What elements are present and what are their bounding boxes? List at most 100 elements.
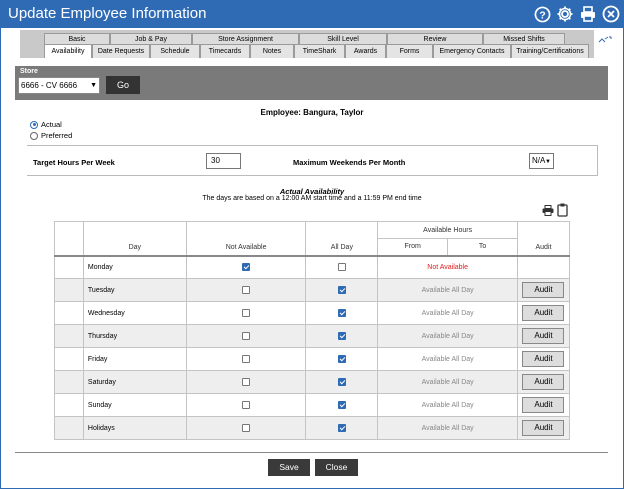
table-row: Sunday Available All Day Audit	[54, 393, 571, 417]
row-spacer	[54, 278, 84, 302]
all-day-checkbox[interactable]	[337, 401, 346, 409]
not-available-cell	[185, 416, 307, 440]
all-day-checkbox[interactable]	[337, 263, 346, 272]
audit-button[interactable]: Audit	[522, 282, 565, 298]
audit-cell: Audit	[516, 324, 571, 348]
go-button[interactable]: Go	[106, 76, 140, 94]
audit-cell	[516, 255, 571, 279]
row-spacer	[54, 324, 84, 348]
tab-availability[interactable]: Availability	[44, 44, 92, 58]
not-available-checkbox[interactable]	[242, 424, 251, 432]
tab-basic[interactable]: Basic	[44, 33, 110, 44]
day-cell: Holidays	[82, 416, 187, 440]
tab-timecards[interactable]: Timecards	[200, 44, 250, 58]
all-day-cell	[305, 347, 379, 371]
tab-notes[interactable]: Notes	[250, 44, 294, 58]
all-day-checkbox[interactable]	[337, 286, 346, 294]
not-available-checkbox[interactable]	[242, 332, 251, 340]
tab-timeshark[interactable]: TimeShark	[294, 44, 345, 58]
max-weekends-label: Maximum Weekends Per Month	[293, 158, 406, 167]
not-available-checkbox[interactable]	[242, 355, 251, 363]
table-row: Tuesday Available All Day Audit	[54, 278, 571, 302]
audit-button[interactable]: Audit	[522, 328, 565, 344]
close-button[interactable]: Close	[315, 459, 358, 476]
store-select[interactable]: 6666 - CV 6666 ▼	[18, 77, 100, 94]
audit-button[interactable]: Audit	[522, 351, 565, 367]
all-day-checkbox[interactable]	[337, 309, 346, 317]
not-available-cell	[185, 324, 307, 348]
table-header-from: From	[377, 238, 449, 256]
radio-actual-label: Actual	[41, 120, 62, 129]
tab-review[interactable]: Review	[387, 33, 483, 44]
not-available-checkbox[interactable]	[242, 378, 251, 386]
tab-skill-level[interactable]: Skill Level	[299, 33, 387, 44]
store-select-value: 6666 - CV 6666	[21, 81, 78, 90]
tab-emergency-contacts[interactable]: Emergency Contacts	[433, 44, 511, 58]
tab-missed-shifts[interactable]: Missed Shifts	[483, 33, 565, 44]
tab-job-pay[interactable]: Job & Pay	[110, 33, 192, 44]
all-day-cell	[305, 255, 379, 279]
table-header-audit: Audit	[516, 221, 571, 256]
not-available-checkbox[interactable]	[242, 401, 251, 409]
row-spacer	[54, 416, 84, 440]
not-available-cell	[185, 370, 307, 394]
day-cell: Monday	[82, 255, 187, 279]
not-available-checkbox[interactable]	[242, 263, 251, 272]
chevron-down-icon: ▼	[90, 82, 97, 89]
audit-button[interactable]: Audit	[522, 305, 565, 321]
available-hours-cell: Available All Day	[377, 301, 518, 325]
tab-row-1: Basic Job & Pay Store Assignment Skill L…	[44, 33, 565, 44]
row-spacer	[54, 347, 84, 371]
audit-button[interactable]: Audit	[522, 374, 565, 390]
tab-training-certifications[interactable]: Training/Certifications	[511, 44, 589, 58]
expand-icon[interactable]	[598, 36, 612, 46]
radio-preferred[interactable]	[30, 131, 38, 140]
tab-store-assignment[interactable]: Store Assignment	[192, 33, 299, 44]
tab-schedule[interactable]: Schedule	[150, 44, 200, 58]
audit-button[interactable]: Audit	[522, 397, 565, 413]
target-hours-label: Target Hours Per Week	[33, 158, 115, 167]
all-day-checkbox[interactable]	[337, 355, 346, 363]
row-spacer	[54, 370, 84, 394]
tab-forms[interactable]: Forms	[386, 44, 433, 58]
table-header-all-day: All Day	[305, 221, 379, 256]
not-available-cell	[185, 347, 307, 371]
print-icon[interactable]	[542, 205, 554, 218]
store-panel: Store 6666 - CV 6666 ▼ Go	[15, 66, 608, 100]
radio-actual[interactable]	[30, 120, 38, 129]
not-available-checkbox[interactable]	[242, 309, 251, 317]
audit-cell: Audit	[516, 347, 571, 371]
table-header-available-hours: Available Hours	[377, 221, 518, 239]
all-day-checkbox[interactable]	[337, 378, 346, 386]
gear-icon[interactable]	[556, 5, 574, 23]
target-hours-input[interactable]: 30	[206, 153, 241, 169]
close-icon[interactable]	[602, 5, 620, 23]
max-weekends-select[interactable]: N/A ▼	[529, 153, 554, 169]
tab-date-requests[interactable]: Date Requests	[92, 44, 150, 58]
day-cell: Thursday	[82, 324, 187, 348]
audit-button[interactable]: Audit	[522, 420, 565, 436]
availability-subtitle: The days are based on a 12:00 AM start t…	[202, 195, 422, 202]
available-hours-cell: Available All Day	[377, 324, 518, 348]
print-icon[interactable]	[579, 5, 597, 23]
not-available-cell	[185, 255, 307, 279]
all-day-cell	[305, 416, 379, 440]
all-day-checkbox[interactable]	[337, 332, 346, 340]
not-available-cell	[185, 393, 307, 417]
radio-preferred-row[interactable]: Preferred	[30, 131, 72, 140]
save-button[interactable]: Save	[268, 459, 310, 476]
max-weekends-value: N/A	[532, 156, 546, 165]
all-day-cell	[305, 301, 379, 325]
help-icon[interactable]: ?	[533, 5, 551, 23]
all-day-cell	[305, 324, 379, 348]
not-available-checkbox[interactable]	[242, 286, 251, 294]
tab-awards[interactable]: Awards	[345, 44, 386, 58]
title-bar: Update Employee Information ?	[0, 0, 624, 28]
audit-cell: Audit	[516, 393, 571, 417]
clipboard-icon[interactable]	[557, 203, 568, 219]
radio-actual-row[interactable]: Actual	[30, 120, 62, 129]
table-header-not-available: Not Available	[185, 221, 307, 256]
available-hours-cell: Available All Day	[377, 416, 518, 440]
all-day-checkbox[interactable]	[337, 424, 346, 432]
table-row: Wednesday Available All Day Audit	[54, 301, 571, 325]
